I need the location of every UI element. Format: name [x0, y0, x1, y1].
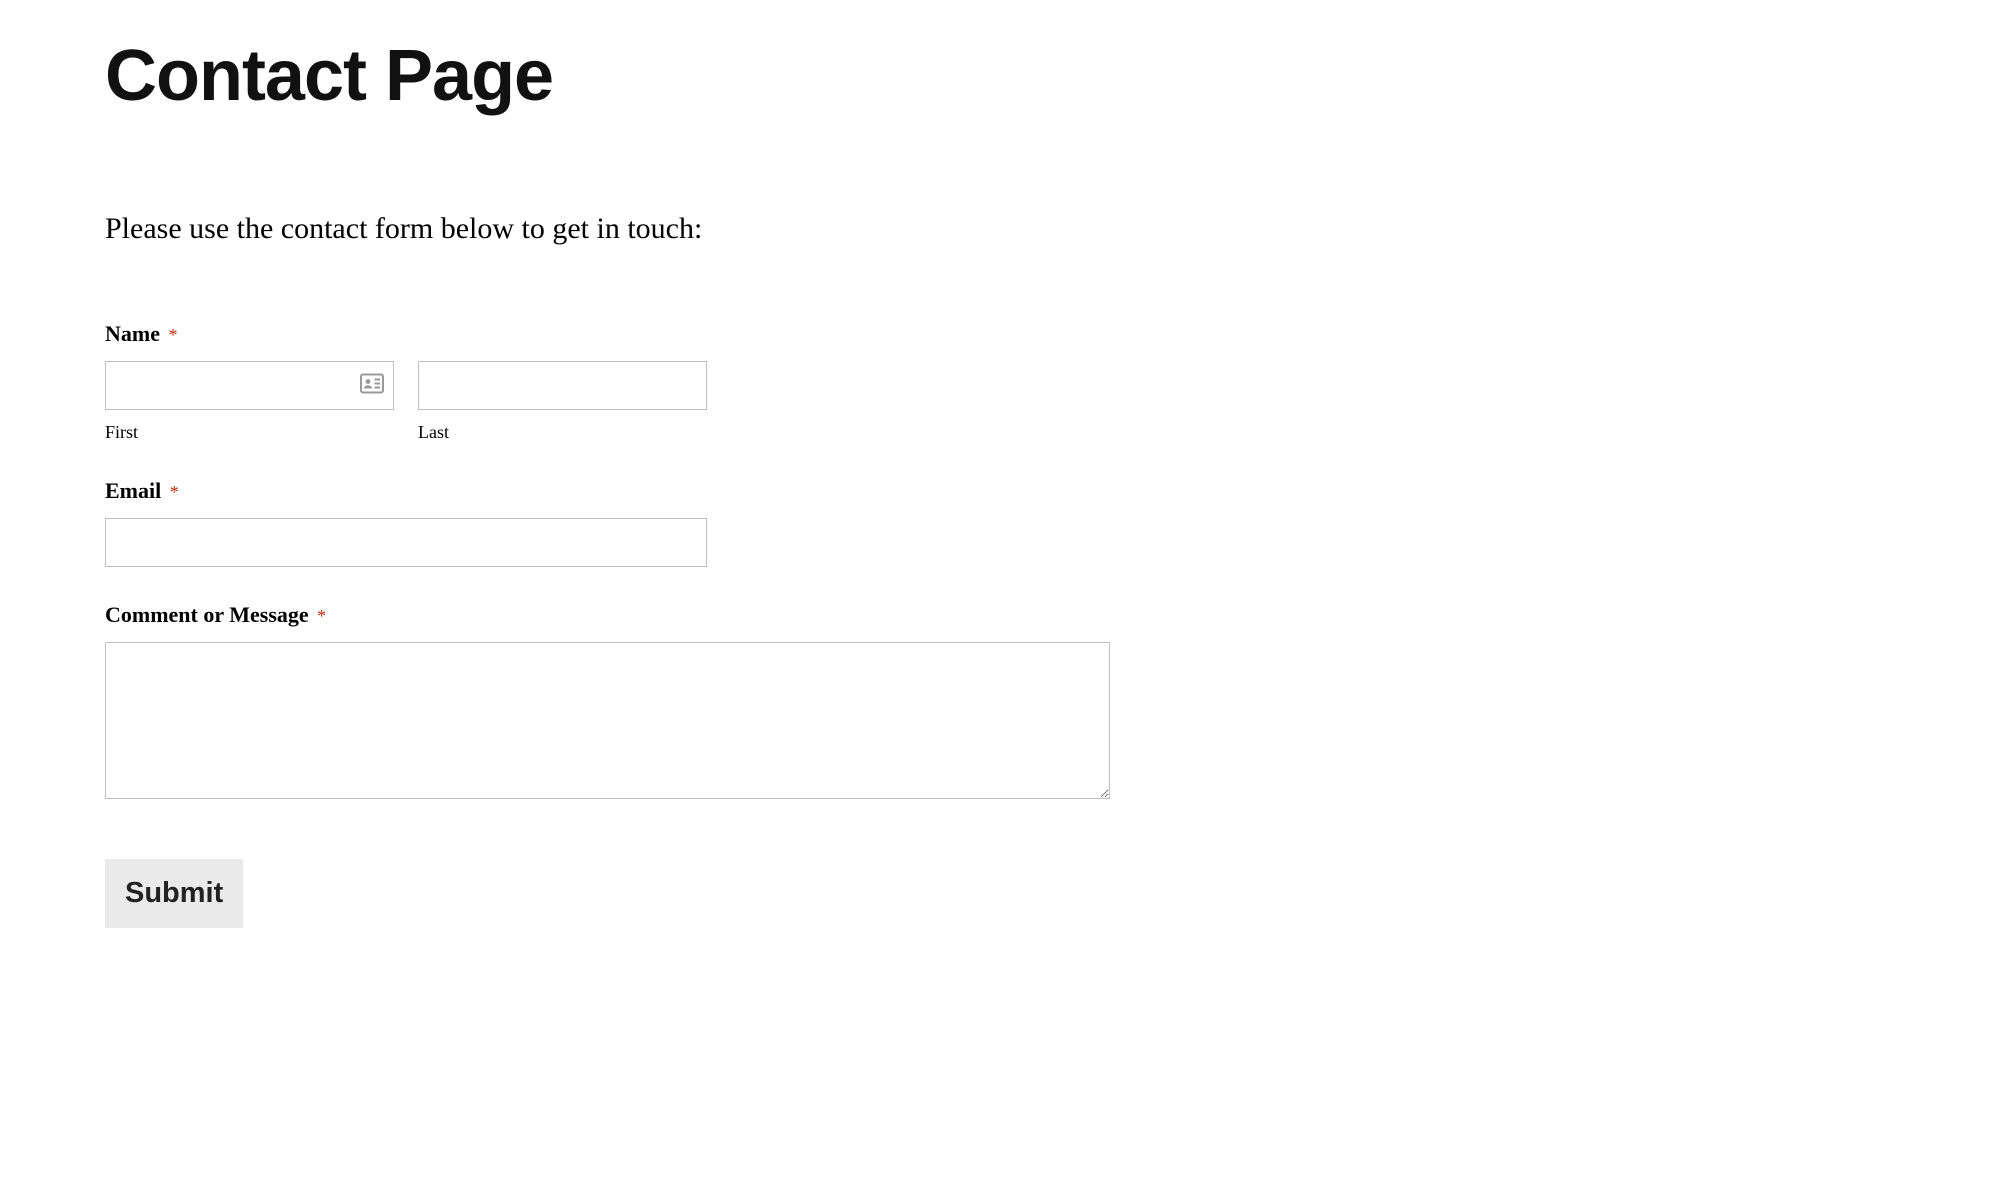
name-label: Name *: [105, 321, 1895, 347]
message-field: Comment or Message *: [105, 602, 1895, 804]
first-name-input[interactable]: [105, 361, 394, 410]
first-name-wrap: [105, 361, 394, 410]
last-name-col: Last: [418, 361, 707, 443]
email-required-mark: *: [170, 482, 179, 502]
name-required-mark: *: [168, 325, 177, 345]
submit-button[interactable]: Submit: [105, 859, 243, 928]
first-name-sublabel: First: [105, 422, 394, 443]
name-label-text: Name: [105, 321, 160, 346]
message-label: Comment or Message *: [105, 602, 1895, 628]
message-label-text: Comment or Message: [105, 602, 309, 627]
first-name-col: First: [105, 361, 394, 443]
email-field: Email *: [105, 478, 1895, 567]
message-required-mark: *: [317, 606, 326, 626]
last-name-input[interactable]: [418, 361, 707, 410]
page-title: Contact Page: [105, 35, 1895, 117]
name-field: Name *: [105, 321, 1895, 443]
message-input[interactable]: [105, 642, 1110, 799]
email-label-text: Email: [105, 478, 161, 503]
contact-form: Name *: [105, 321, 1895, 928]
intro-text: Please use the contact form below to get…: [105, 212, 1895, 246]
last-name-sublabel: Last: [418, 422, 707, 443]
email-input[interactable]: [105, 518, 707, 567]
email-label: Email *: [105, 478, 1895, 504]
name-row: First Last: [105, 361, 707, 443]
